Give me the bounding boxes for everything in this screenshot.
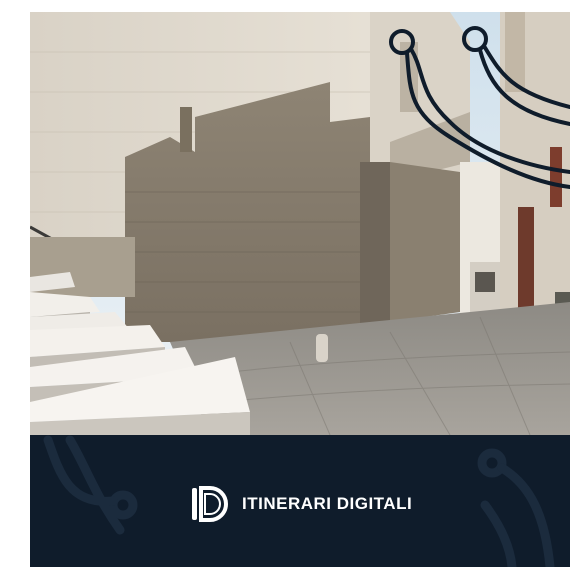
brand-banner: ITINERARI DIGITALI xyxy=(30,435,570,567)
brand-lockup: ITINERARI DIGITALI xyxy=(190,484,412,524)
poster-card: ITINERARI DIGITALI xyxy=(30,12,570,567)
street-photo xyxy=(30,12,570,435)
id-monogram-icon xyxy=(192,486,228,522)
brand-name: ITINERARI DIGITALI xyxy=(242,494,413,513)
